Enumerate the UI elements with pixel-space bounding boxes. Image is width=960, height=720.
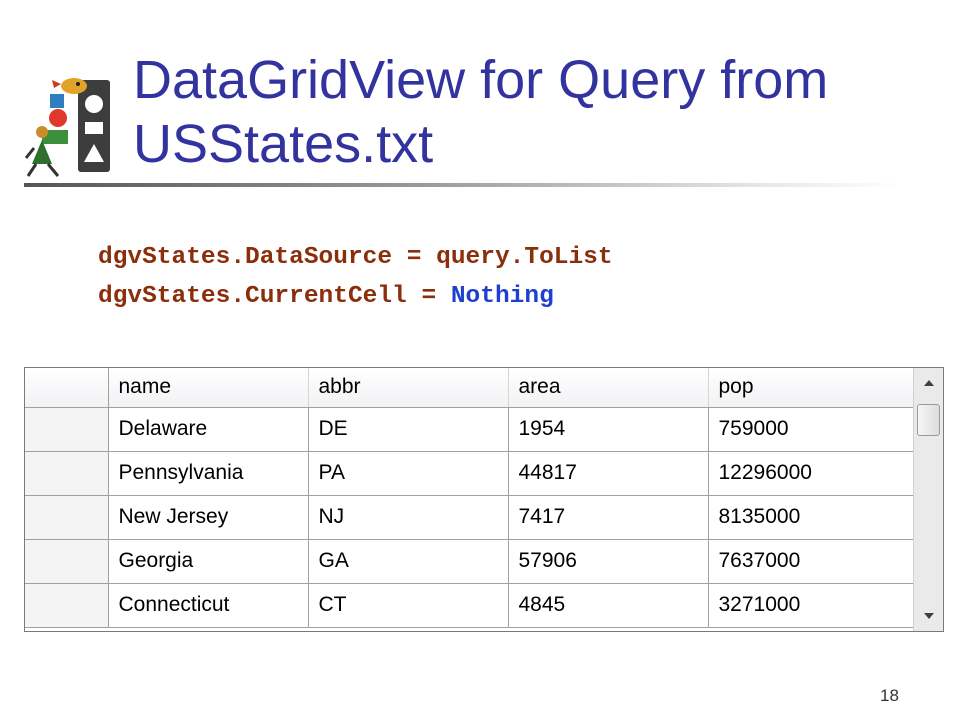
triangle-down-icon	[923, 613, 934, 619]
triangle-up-icon	[923, 380, 934, 386]
cell-name[interactable]: New Jersey	[108, 495, 309, 540]
scroll-up-button[interactable]	[917, 372, 940, 394]
cell-abbr[interactable]: PA	[308, 451, 509, 496]
code-line-1: dgvStates.DataSource = query.ToList	[98, 244, 613, 271]
cell-area[interactable]: 7417	[508, 495, 709, 540]
cell-name[interactable]: Delaware	[108, 407, 309, 452]
grid-table: name abbr area pop Delaware DE 1954 7590…	[25, 368, 916, 628]
table-row[interactable]: Delaware DE 1954 759000	[25, 407, 916, 452]
column-header-pop[interactable]: pop	[708, 368, 916, 408]
table-row[interactable]: Pennsylvania PA 44817 12296000	[25, 451, 916, 496]
cell-abbr[interactable]: DE	[308, 407, 509, 452]
code-block: dgvStates.DataSource = query.ToList dgvSt…	[98, 238, 613, 316]
code-keyword: Nothing	[450, 283, 554, 310]
cell-abbr[interactable]: CT	[308, 583, 509, 628]
cell-area[interactable]: 4845	[508, 583, 709, 628]
vertical-scrollbar[interactable]	[913, 368, 943, 631]
cell-area[interactable]: 1954	[508, 407, 709, 452]
slide-title: DataGridView for Query from USStates.txt	[133, 48, 933, 176]
row-header[interactable]	[25, 495, 109, 540]
table-row[interactable]: Connecticut CT 4845 3271000	[25, 583, 916, 628]
grid-header-row: name abbr area pop	[25, 368, 916, 408]
cell-pop[interactable]: 759000	[708, 407, 916, 452]
table-row[interactable]: Georgia GA 57906 7637000	[25, 539, 916, 584]
scrollbar-thumb[interactable]	[917, 404, 940, 436]
slide-title-line1: DataGridView for Query from	[133, 50, 829, 110]
cell-pop[interactable]: 3271000	[708, 583, 916, 628]
page-number: 18	[880, 686, 899, 705]
slide-title-line2: USStates.txt	[133, 114, 434, 174]
cell-pop[interactable]: 7637000	[708, 539, 916, 584]
row-header[interactable]	[25, 583, 109, 628]
cell-pop[interactable]: 8135000	[708, 495, 916, 540]
cell-abbr[interactable]: GA	[308, 539, 509, 584]
row-header[interactable]	[25, 451, 109, 496]
table-row[interactable]: New Jersey NJ 7417 8135000	[25, 495, 916, 540]
cell-name[interactable]: Georgia	[108, 539, 309, 584]
cell-pop[interactable]: 12296000	[708, 451, 916, 496]
clipart-logo-icon	[24, 78, 110, 177]
cell-name[interactable]: Pennsylvania	[108, 451, 309, 496]
scroll-down-button[interactable]	[917, 605, 940, 627]
column-header-abbr[interactable]: abbr	[308, 368, 509, 408]
code-line-2: dgvStates.CurrentCell = Nothing	[98, 283, 554, 310]
cell-area[interactable]: 44817	[508, 451, 709, 496]
title-divider	[24, 183, 900, 187]
cell-area[interactable]: 57906	[508, 539, 709, 584]
column-header-name[interactable]: name	[108, 368, 309, 408]
cell-abbr[interactable]: NJ	[308, 495, 509, 540]
row-header[interactable]	[25, 407, 109, 452]
cell-name[interactable]: Connecticut	[108, 583, 309, 628]
column-header-area[interactable]: area	[508, 368, 709, 408]
row-header[interactable]	[25, 539, 109, 584]
grid-corner-header[interactable]	[25, 368, 109, 408]
datagridview-states[interactable]: name abbr area pop Delaware DE 1954 7590…	[24, 367, 944, 632]
